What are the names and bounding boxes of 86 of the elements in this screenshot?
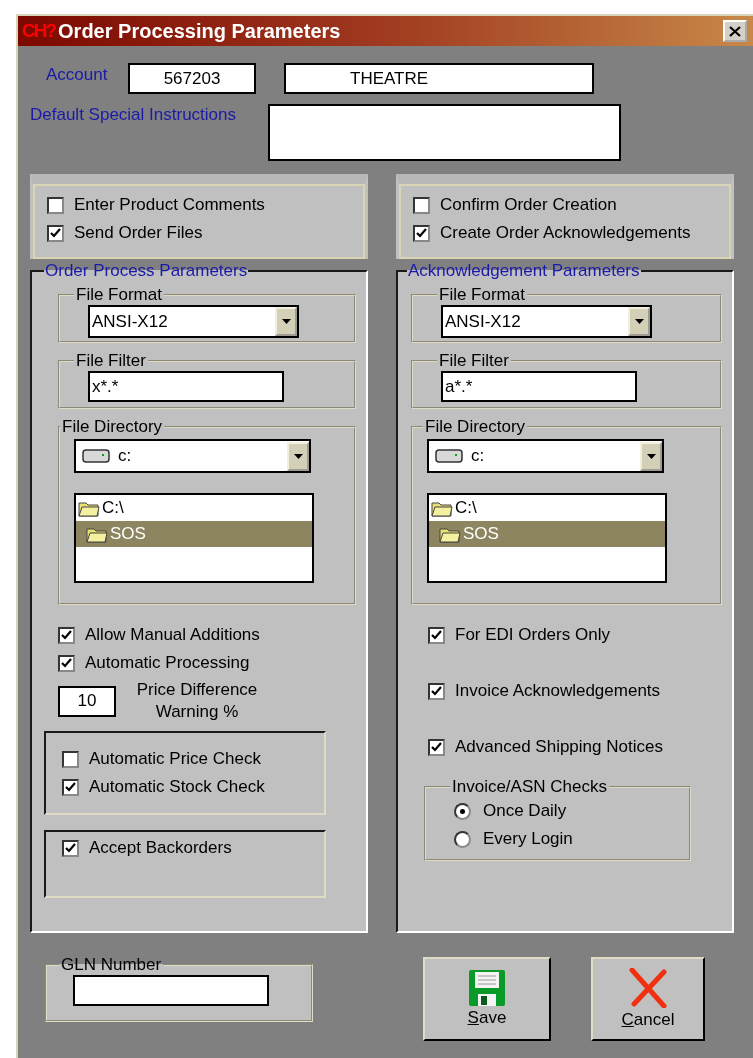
cancel-button[interactable]: Cancel [591, 957, 705, 1041]
drive-dropdown[interactable]: c: [74, 439, 311, 473]
file-filter-field[interactable]: x*.* [88, 371, 284, 402]
radio-button[interactable] [454, 802, 471, 820]
folder-item[interactable]: SOS [429, 521, 665, 547]
check-icon [431, 685, 442, 697]
checkbox-label: Send Order Files [74, 223, 203, 243]
file-filter-field[interactable]: a*.* [441, 371, 637, 402]
drive-icon [82, 448, 110, 464]
folder-icon [86, 525, 108, 543]
checkbox-label: Advanced Shipping Notices [455, 737, 663, 757]
account-label: Account [46, 65, 109, 85]
caret-icon [634, 319, 644, 324]
checkbox-label: Accept Backorders [89, 838, 232, 858]
radio-label: Every Login [483, 829, 573, 849]
app-logo: CH? [22, 20, 56, 42]
field-label: Price Difference Warning % [135, 679, 259, 723]
caret-icon [293, 453, 303, 459]
save-button[interactable]: Save [423, 957, 551, 1041]
folder-icon [431, 499, 453, 517]
checkbox-label: Allow Manual Additions [85, 625, 260, 645]
caret-icon [646, 453, 656, 459]
folder-item[interactable]: C:\ [429, 495, 665, 521]
check-icon [416, 227, 427, 239]
radio-button[interactable] [454, 830, 471, 848]
checkbox-label: For EDI Orders Only [455, 625, 610, 645]
checkbox[interactable] [58, 654, 75, 672]
close-icon [729, 25, 741, 37]
checkbox[interactable] [62, 778, 79, 796]
dropdown-button[interactable] [628, 307, 650, 336]
checkbox[interactable] [413, 196, 430, 214]
group-title: File Directory [62, 417, 163, 436]
group-title: Invoice/ASN Checks [452, 777, 607, 796]
check-icon [50, 227, 61, 239]
folder-icon [78, 499, 100, 517]
account-number-field[interactable]: 567203 [128, 63, 256, 94]
checkbox[interactable] [47, 224, 64, 242]
window-title: Order Processing Parameters [58, 19, 342, 43]
group-title: Order Process Parameters [45, 261, 248, 280]
instructions-label: Default Special Instructions [30, 105, 237, 125]
account-name-field[interactable]: THEATRE [284, 63, 594, 94]
dropdown-button[interactable] [640, 441, 662, 471]
dropdown-button[interactable] [287, 441, 309, 471]
group-title: File Directory [425, 417, 526, 436]
folder-icon [439, 525, 461, 543]
checkbox-label: Confirm Order Creation [440, 195, 617, 215]
checkbox-label: Invoice Acknowledgements [455, 681, 661, 701]
checkbox[interactable] [428, 626, 445, 644]
drive-icon [435, 448, 463, 464]
checkbox[interactable] [62, 839, 79, 857]
checkbox[interactable] [428, 682, 445, 700]
folder-item[interactable]: C:\ [76, 495, 312, 521]
checkbox[interactable] [47, 196, 64, 214]
caret-icon [281, 319, 291, 324]
close-button[interactable] [723, 20, 747, 42]
check-icon [65, 842, 76, 854]
group-title: File Filter [439, 351, 509, 370]
group-title: File Filter [76, 351, 146, 370]
instructions-field[interactable] [268, 104, 621, 161]
group-title: File Format [439, 285, 525, 304]
checkbox-label: Create Order Acknowledgements [440, 223, 691, 243]
dropdown-button[interactable] [275, 307, 297, 336]
checkbox-label: Automatic Price Check [89, 749, 261, 769]
check-icon [61, 657, 72, 669]
check-icon [65, 781, 76, 793]
checkbox[interactable] [413, 224, 430, 242]
dropdown[interactable]: ANSI-X12 [441, 305, 652, 338]
number-field[interactable]: 10 [58, 685, 116, 717]
dropdown[interactable]: ANSI-X12 [88, 305, 299, 338]
check-icon [431, 741, 442, 753]
group-title: File Format [76, 285, 162, 304]
check-icon [61, 629, 72, 641]
checkbox[interactable] [58, 626, 75, 644]
group-title: GLN Number [61, 955, 162, 974]
checkbox[interactable] [62, 750, 79, 768]
group-title: Acknowledgement Parameters [408, 261, 640, 280]
checkbox-label: Automatic Stock Check [89, 777, 265, 797]
radio-label: Once Daily [483, 801, 567, 821]
x-icon [628, 968, 668, 1008]
drive-dropdown[interactable]: c: [427, 439, 664, 473]
checkbox-label: Automatic Processing [85, 653, 250, 673]
checkbox-label: Enter Product Comments [74, 195, 265, 215]
gln-field[interactable] [73, 975, 269, 1006]
check-icon [431, 629, 442, 641]
folder-item[interactable]: SOS [76, 521, 312, 547]
checkbox[interactable] [428, 738, 445, 756]
